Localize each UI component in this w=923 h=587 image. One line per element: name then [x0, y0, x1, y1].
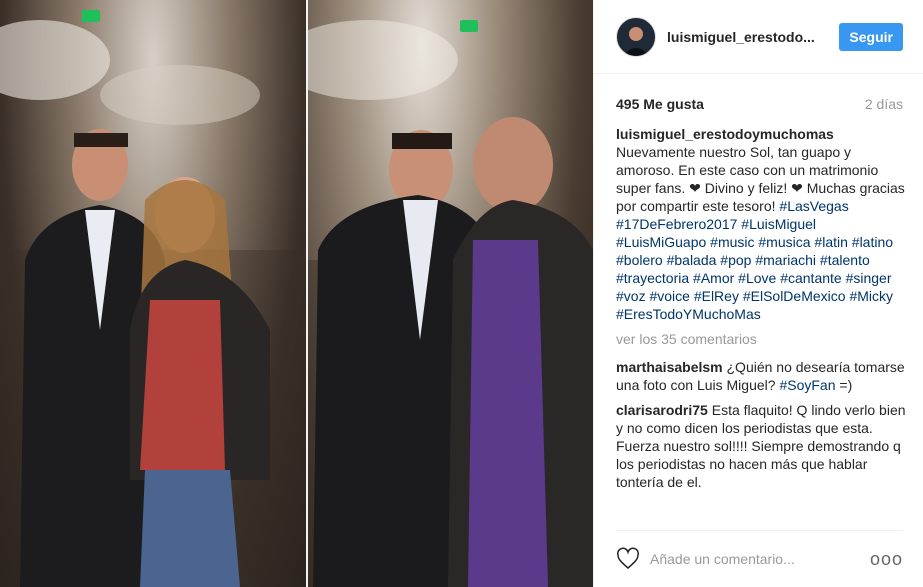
view-comments-link[interactable]: ver los 35 comentarios [616, 330, 909, 348]
left-photo-scene [0, 20, 306, 587]
post-stats: 495 Me gusta 2 días [594, 74, 923, 112]
right-photo-scene [308, 20, 593, 587]
instagram-post: luismiguel_erestodo... Seguir 495 Me gus… [0, 0, 923, 587]
follow-button[interactable]: Seguir [839, 22, 903, 51]
add-comment-input[interactable]: Añade un comentario... [650, 551, 870, 567]
comment-hashtag[interactable]: #SoyFan [779, 377, 835, 393]
photo-right-panel [308, 0, 593, 587]
comment-tail: =) [839, 377, 853, 393]
exit-sign [460, 20, 478, 32]
post-header: luismiguel_erestodo... Seguir [594, 0, 923, 74]
more-options-icon[interactable]: ooo [870, 549, 903, 570]
comment-item: clarisarodri75 Esta flaquito! Q lindo ve… [616, 401, 909, 491]
post-sidebar: luismiguel_erestodo... Seguir 495 Me gus… [593, 0, 923, 587]
caption-text: Nuevamente nuestro Sol, tan guapo y amor… [616, 144, 905, 214]
photo-left-panel [0, 0, 306, 587]
heart-icon[interactable] [616, 547, 640, 571]
comment-author[interactable]: clarisarodri75 [616, 402, 708, 418]
caption-hashtags[interactable]: #LasVegas #17DeFebrero2017 #LuisMiguel #… [616, 198, 893, 322]
post-timestamp[interactable]: 2 días [865, 96, 903, 112]
caption-author[interactable]: luismiguel_erestodoymuchomas [616, 126, 834, 142]
post-photo[interactable] [0, 0, 593, 587]
comment-bar: Añade un comentario... ooo [616, 530, 903, 587]
comments-list: luismiguel_erestodoymuchomas Nuevamente … [594, 112, 923, 517]
comment-item: marthaisabelsm ¿Quién no desearía tomars… [616, 358, 909, 394]
username-link[interactable]: luismiguel_erestodo... [667, 29, 821, 45]
exit-sign [82, 10, 100, 22]
avatar[interactable] [616, 16, 656, 57]
caption: luismiguel_erestodoymuchomas Nuevamente … [616, 125, 909, 323]
likes-count[interactable]: 495 Me gusta [616, 96, 704, 112]
comment-author[interactable]: marthaisabelsm [616, 359, 723, 375]
